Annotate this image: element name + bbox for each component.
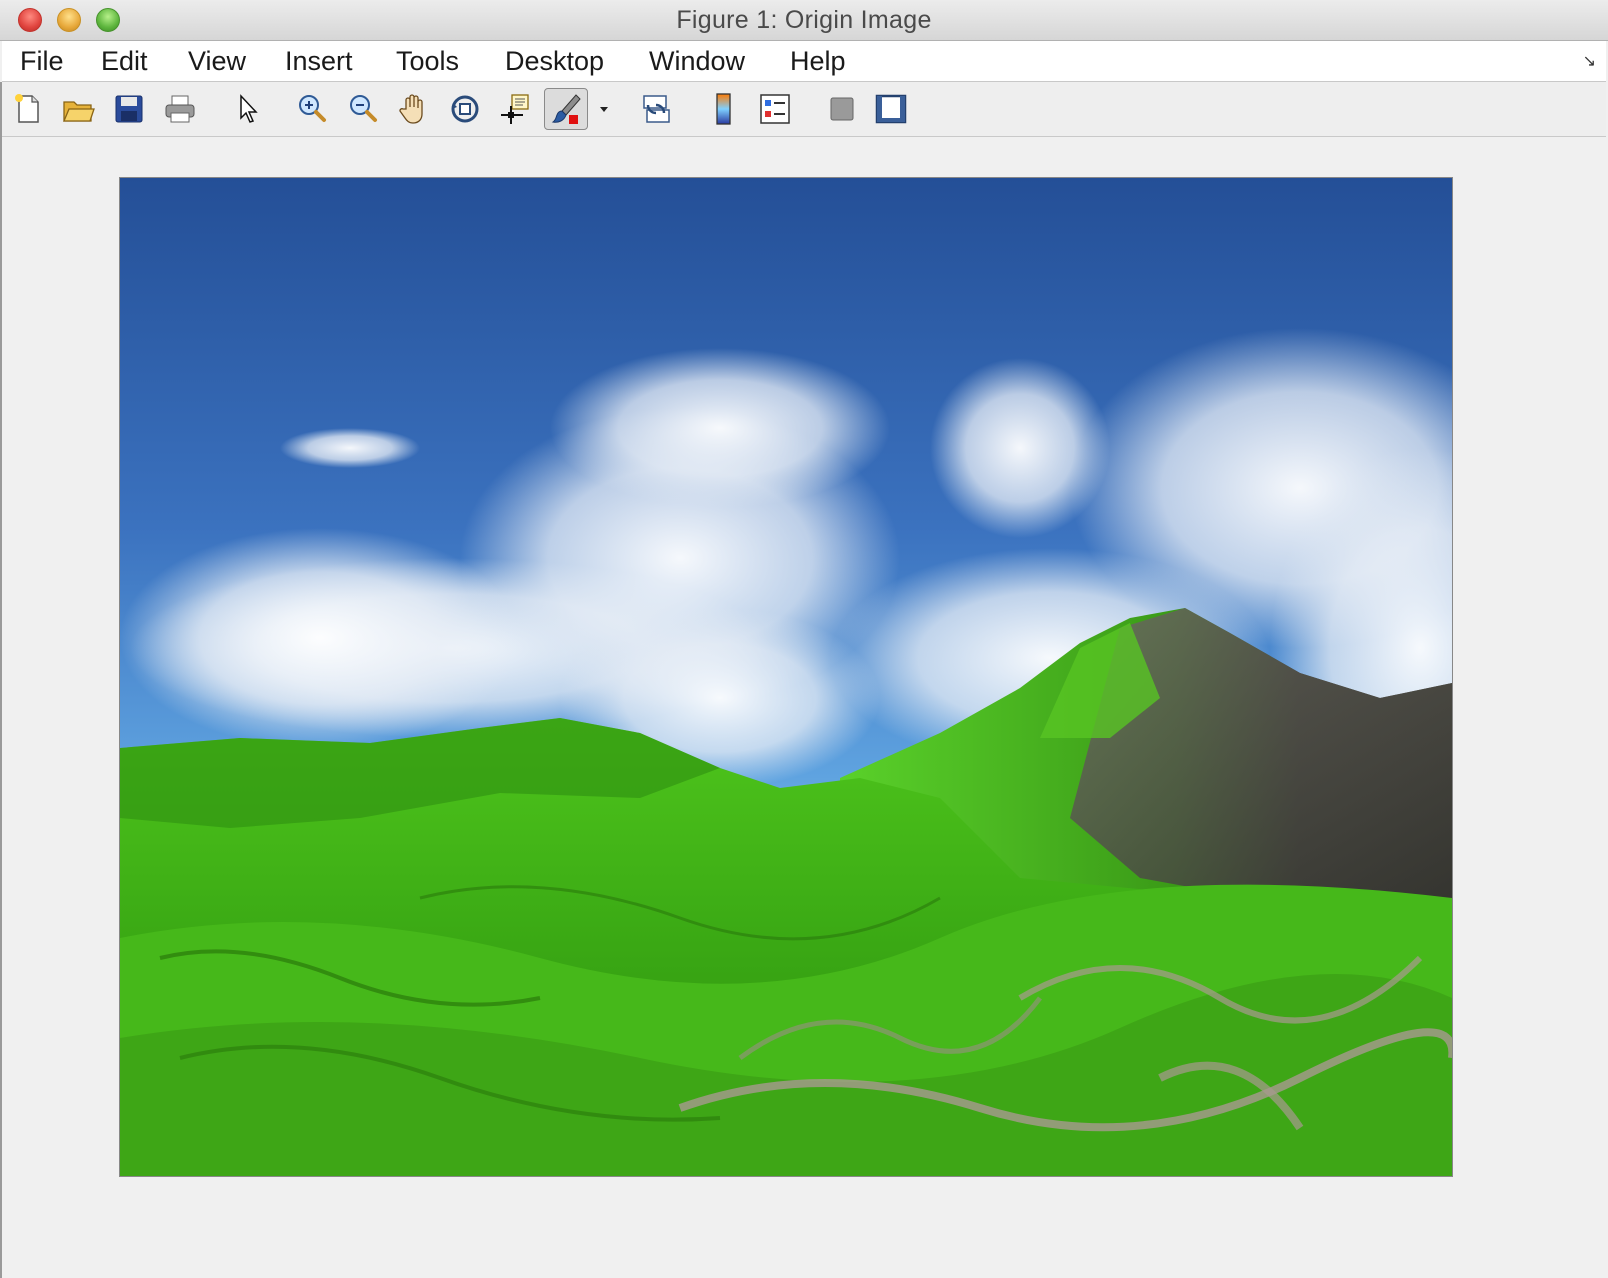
print-figure-icon[interactable] bbox=[162, 91, 198, 127]
menu-file[interactable]: File bbox=[20, 46, 64, 77]
rotate-3d-icon[interactable] bbox=[447, 91, 483, 127]
brush-dropdown-arrow-icon[interactable] bbox=[598, 104, 610, 114]
hide-plot-tools-icon[interactable] bbox=[824, 91, 860, 127]
menu-desktop[interactable]: Desktop bbox=[505, 46, 604, 77]
menu-help[interactable]: Help bbox=[790, 46, 846, 77]
figure-window: Figure 1: Origin Image File Edit View In… bbox=[0, 0, 1608, 1278]
show-plot-tools-icon[interactable] bbox=[873, 91, 909, 127]
save-figure-icon[interactable] bbox=[111, 91, 147, 127]
zoom-out-icon[interactable] bbox=[345, 91, 381, 127]
open-file-icon[interactable] bbox=[60, 91, 96, 127]
insert-legend-icon[interactable] bbox=[757, 91, 793, 127]
new-figure-icon[interactable] bbox=[10, 91, 46, 127]
title-bar[interactable]: Figure 1: Origin Image bbox=[0, 0, 1608, 41]
window-title: Figure 1: Origin Image bbox=[676, 6, 932, 34]
menu-edit[interactable]: Edit bbox=[101, 46, 148, 77]
pan-hand-icon[interactable] bbox=[396, 91, 432, 127]
link-plot-icon[interactable] bbox=[638, 91, 674, 127]
landscape-image-svg bbox=[120, 178, 1452, 1176]
landscape-image[interactable] bbox=[119, 177, 1453, 1177]
brush-icon[interactable] bbox=[544, 88, 588, 130]
figure-toolbar bbox=[2, 82, 1606, 137]
menu-window[interactable]: Window bbox=[649, 46, 745, 77]
dock-figure-icon[interactable]: ↘ bbox=[1583, 51, 1596, 71]
edit-plot-arrow-icon[interactable] bbox=[230, 91, 266, 127]
menu-bar: File Edit View Insert Tools Desktop Wind… bbox=[2, 41, 1606, 82]
menu-insert[interactable]: Insert bbox=[285, 46, 353, 77]
data-cursor-icon[interactable] bbox=[497, 91, 533, 127]
insert-colorbar-icon[interactable] bbox=[706, 91, 742, 127]
zoom-in-icon[interactable] bbox=[294, 91, 330, 127]
menu-view[interactable]: View bbox=[188, 46, 246, 77]
menu-tools[interactable]: Tools bbox=[396, 46, 459, 77]
